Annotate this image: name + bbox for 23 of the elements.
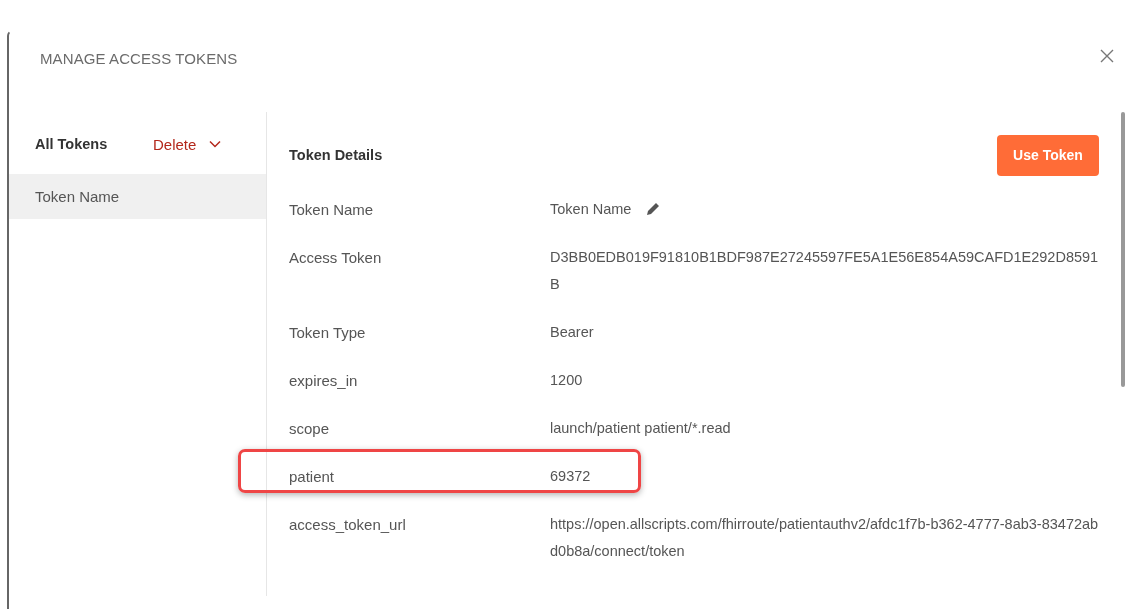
field-label: patient [289,467,336,487]
sidebar-heading: All Tokens [35,136,109,152]
field-label: access_token_url [289,515,407,535]
field-label: expires_in [289,371,359,391]
close-icon[interactable] [1100,49,1114,63]
field-value: Bearer [550,323,594,342]
field-value: Token Name [550,200,632,219]
dialog-title: MANAGE ACCESS TOKENS [40,49,238,67]
field-value: https://open.allscripts.com/fhirroute/patientauthv2/afdc1f7b-b362-4777-8ab3-83472abd0b8a/connect/token [550,515,1099,561]
scrollbar[interactable] [1121,112,1125,387]
pencil-icon[interactable] [645,201,662,217]
field-value: D3BB0EDB019F91810B1BDF987E27245597FE5A1E56E854A59CAFD1E292D8591B [550,248,1099,294]
caret-icon [209,140,222,148]
field-value: 1200 [550,371,583,390]
details-heading: Token Details [289,147,383,163]
field-value: 69372 [550,467,591,486]
field-label: Token Name [289,200,375,220]
field-value: launch/patient patient/*.read [550,419,731,438]
field-label: Access Token [289,248,383,268]
field-label: scope [289,419,331,439]
field-label: Token Type [289,323,367,343]
token-list-item[interactable]: Token Name [9,174,266,219]
delete-dropdown[interactable]: Delete [153,135,222,153]
